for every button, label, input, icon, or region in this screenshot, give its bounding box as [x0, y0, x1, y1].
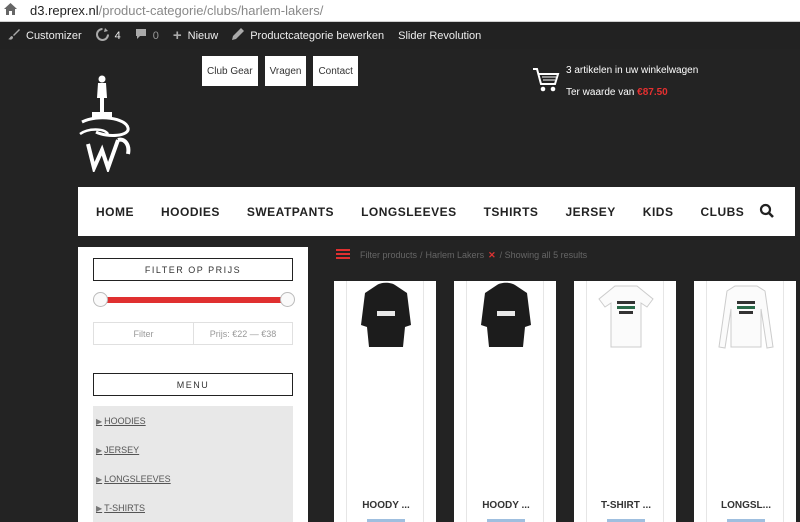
url-host: d3.reprex.nl [30, 3, 99, 18]
search-icon[interactable] [759, 203, 775, 219]
pencil-icon [232, 28, 245, 43]
product-card[interactable]: T-SHIRT ... [574, 281, 676, 522]
address-bar[interactable]: d3.reprex.nl /product-categorie/clubs/ha… [0, 0, 800, 22]
nav-longsleeves[interactable]: LONGSLEEVES [361, 205, 457, 219]
menu-item-tshirts[interactable]: ▶ T-SHIRTS [96, 503, 145, 513]
remove-filter-icon[interactable]: ✕ [488, 250, 496, 261]
menu-item-hoodies[interactable]: ▶ HOODIES [96, 416, 146, 426]
price-range-label: Prijs: €22 — €38 [209, 328, 277, 339]
slider-min-handle[interactable] [93, 292, 108, 307]
edit-category-link[interactable]: Productcategorie bewerken [232, 28, 384, 43]
product-image[interactable] [475, 281, 537, 356]
hamburger-icon[interactable] [336, 249, 350, 261]
url-path: /product-categorie/clubs/harlem-lakers/ [98, 3, 324, 18]
updates-count: 4 [114, 29, 121, 42]
price-slider[interactable] [93, 292, 295, 307]
updates-link[interactable]: 4 [95, 27, 121, 44]
comments-count: 0 [152, 29, 159, 42]
menu-title: MENU [93, 373, 293, 396]
nav-sweatpants[interactable]: SWEATPANTS [247, 205, 334, 219]
filter-button[interactable]: Filter [94, 323, 194, 344]
club-gear-button[interactable]: Club Gear [202, 56, 258, 86]
paintbrush-icon [8, 28, 20, 43]
top-nav: Club Gear Vragen Contact [202, 56, 358, 86]
triangle-right-icon: ▶ [96, 474, 103, 484]
nav-kids[interactable]: KIDS [643, 205, 674, 219]
product-card[interactable]: LONGSL... [694, 281, 796, 522]
menu-item-longsleeves[interactable]: ▶ LONGSLEEVES [96, 474, 171, 484]
product-title[interactable]: LONGSL... [707, 500, 785, 511]
vragen-button[interactable]: Vragen [264, 56, 307, 86]
nav-tshirts[interactable]: TSHIRTS [484, 205, 539, 219]
cart-price: €87.50 [637, 87, 668, 98]
nav-jersey[interactable]: JERSEY [565, 205, 615, 219]
cart-total-text: Ter waarde van €87.50 [566, 87, 668, 98]
category-crumb: Harlem Lakers [425, 250, 485, 260]
filter-products-link[interactable]: Filter products [360, 250, 417, 260]
new-link[interactable]: + Nieuw [173, 27, 218, 44]
product-image[interactable] [595, 281, 657, 356]
triangle-right-icon: ▶ [96, 416, 103, 426]
refresh-icon [95, 27, 109, 44]
product-image[interactable] [355, 281, 417, 356]
product-title[interactable]: HOODY ... [347, 500, 425, 511]
customizer-link[interactable]: Customizer [8, 28, 82, 43]
sidebar: FILTER OP PRIJS Filter Prijs: €22 — €38 … [78, 247, 308, 522]
product-card[interactable]: HOODY ... [454, 281, 556, 522]
filter-breadcrumb: Filter products / Harlem Lakers ✕ / Show… [336, 248, 587, 262]
plus-icon: + [172, 27, 182, 44]
cart-icon [532, 66, 560, 94]
main-nav: HOME HOODIES SWEATPANTS LONGSLEEVES TSHI… [78, 187, 795, 236]
product-title[interactable]: T-SHIRT ... [587, 500, 665, 511]
nav-clubs[interactable]: CLUBS [700, 205, 744, 219]
comments-link[interactable]: 0 [135, 28, 159, 43]
contact-button[interactable]: Contact [313, 56, 358, 86]
filter-price-title: FILTER OP PRIJS [93, 258, 293, 281]
slider-max-handle[interactable] [280, 292, 295, 307]
triangle-right-icon: ▶ [96, 445, 103, 455]
comment-icon [135, 28, 147, 43]
product-image[interactable] [715, 281, 777, 356]
slider-revolution-link[interactable]: Slider Revolution [398, 30, 481, 42]
triangle-right-icon: ▶ [96, 503, 103, 513]
admin-bar: Customizer 4 0 + Nieuw Productcategorie … [0, 22, 800, 49]
nav-hoodies[interactable]: HOODIES [161, 205, 220, 219]
mini-cart[interactable]: 3 artikelen in uw winkelwagen Ter waarde… [532, 62, 792, 102]
product-title[interactable]: HOODY ... [467, 500, 545, 511]
cart-count-text: 3 artikelen in uw winkelwagen [566, 65, 699, 76]
menu-item-jersey[interactable]: ▶ JERSEY [96, 445, 139, 455]
product-card[interactable]: HOODY ... [334, 281, 436, 522]
results-count: / Showing all 5 results [499, 250, 588, 260]
home-icon[interactable] [4, 3, 22, 18]
filter-row: Filter Prijs: €22 — €38 [93, 322, 293, 345]
nav-home[interactable]: HOME [96, 205, 134, 219]
site-logo[interactable] [78, 74, 134, 175]
category-menu: ▶ HOODIES ▶ JERSEY ▶ LONGSLEEVES ▶ T-SHIRTS [93, 406, 293, 522]
